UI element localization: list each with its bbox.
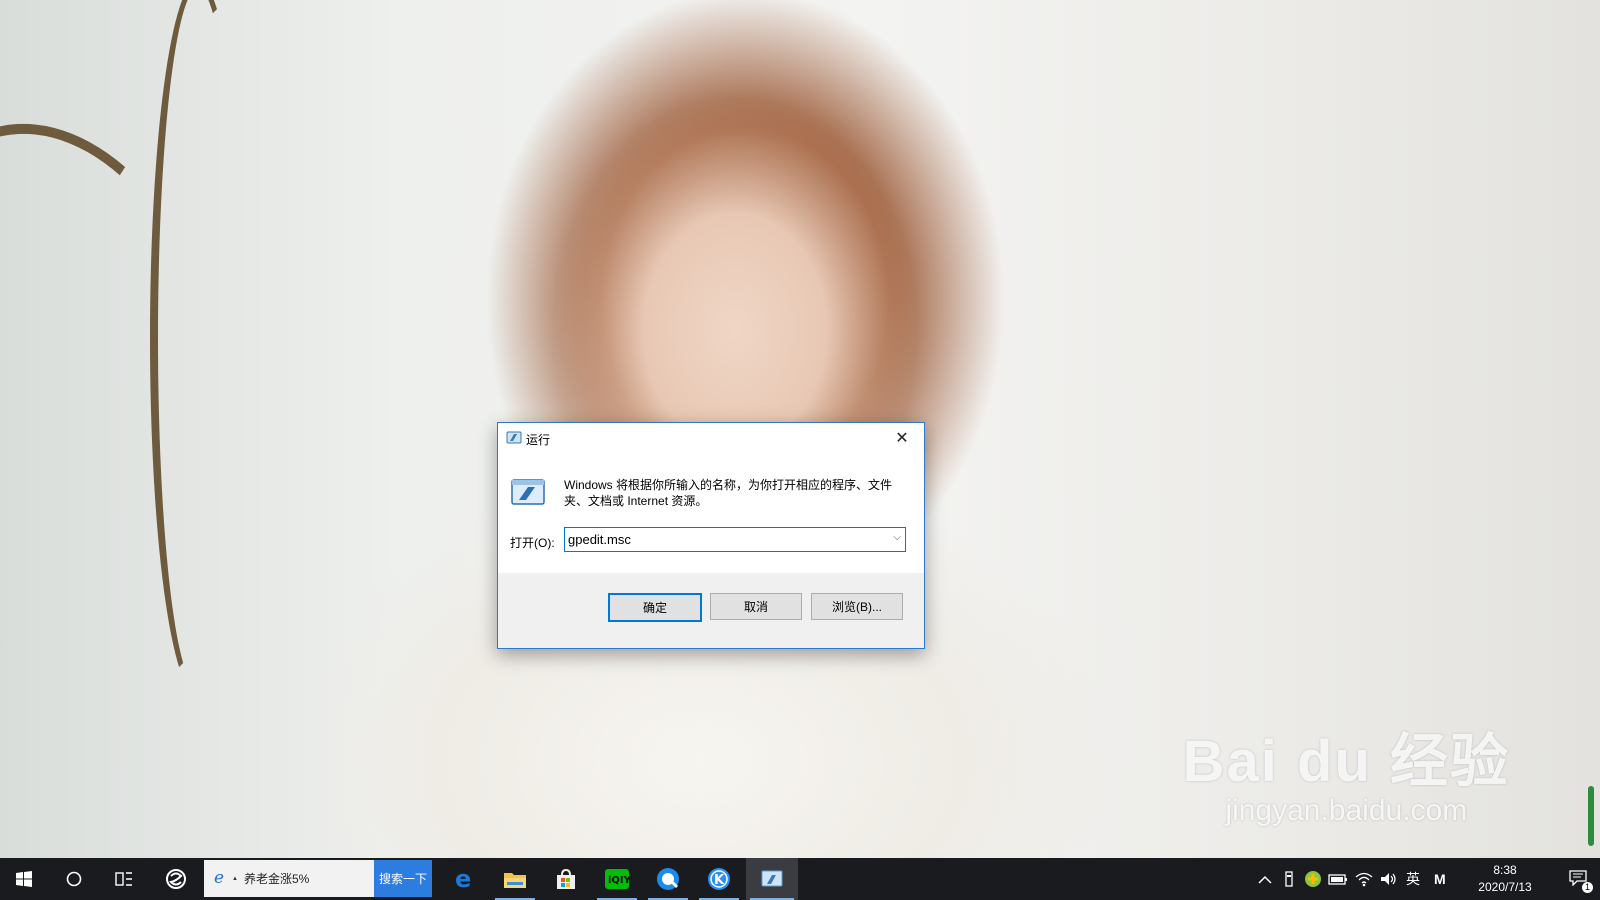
dropdown-icon[interactable]: ▲ xyxy=(232,876,238,882)
svg-text:e: e xyxy=(455,867,471,891)
baidu-watermark: Bai du 经验 jingyan.baidu.com xyxy=(1183,714,1510,828)
kugou-icon[interactable]: K xyxy=(695,858,743,900)
watermark-logo-text: Bai du 经验 xyxy=(1182,729,1510,794)
notification-center[interactable]: 1 xyxy=(1556,858,1600,900)
run-icon[interactable] xyxy=(746,858,798,900)
cancel-button[interactable]: 取消 xyxy=(710,593,802,620)
run-app-icon xyxy=(506,431,522,448)
notification-badge: 1 xyxy=(1581,881,1593,893)
dialog-body: Windows 将根据你所输入的名称，为你打开相应的程序、文件夹、文档或 Int… xyxy=(498,453,924,573)
taskbar: e ▲ 养老金涨5% 搜索一下 e iQIY K 英 M 8:38 2020/7… xyxy=(0,858,1600,900)
wallpaper-hose-2 xyxy=(150,0,246,696)
chevron-down-icon[interactable]: ⌵ xyxy=(893,532,901,543)
volume-icon[interactable] xyxy=(1380,858,1398,900)
iqiyi-icon[interactable]: iQIY xyxy=(593,858,641,900)
app-icon[interactable] xyxy=(152,858,200,900)
battery-icon[interactable] xyxy=(1328,858,1348,900)
dialog-footer: 确定 取消 浏览(B)... xyxy=(498,573,924,646)
clock-time: 8:38 xyxy=(1493,863,1517,877)
browse-button[interactable]: 浏览(B)... xyxy=(811,593,903,620)
open-label: 打开(O): xyxy=(510,536,555,550)
notification-icon: 1 xyxy=(1569,869,1593,893)
svg-text:K: K xyxy=(714,873,725,888)
start-icon[interactable] xyxy=(0,858,48,900)
wallpaper-hose xyxy=(0,88,297,732)
cortana-icon[interactable] xyxy=(50,858,98,900)
dialog-title-bar[interactable]: 运行 ✕ xyxy=(498,423,924,453)
edge-icon[interactable]: e xyxy=(440,858,488,900)
search-button[interactable]: 搜索一下 xyxy=(374,860,432,897)
run-dialog: 运行 ✕ Windows 将根据你所输入的名称，为你打开相应的程序、文件夹、文档… xyxy=(497,422,925,649)
search-text: 养老金涨5% xyxy=(243,872,310,886)
clock[interactable]: 8:38 2020/7/13 xyxy=(1470,862,1540,896)
dialog-description: Windows 将根据你所输入的名称，为你打开相应的程序、文件夹、文档或 Int… xyxy=(564,478,893,508)
usb-icon[interactable] xyxy=(1284,858,1294,900)
wifi-icon[interactable] xyxy=(1355,858,1373,900)
task-view-icon[interactable] xyxy=(100,858,148,900)
watermark-url: jingyan.baidu.com xyxy=(1225,794,1468,827)
show-hidden-icons[interactable] xyxy=(1258,858,1272,900)
close-icon[interactable]: ✕ xyxy=(880,423,924,453)
browser-icon[interactable] xyxy=(644,858,692,900)
clock-date: 2020/7/13 xyxy=(1478,880,1532,894)
ie-icon: e xyxy=(212,868,230,889)
run-large-icon xyxy=(510,477,546,510)
security-icon[interactable] xyxy=(1304,858,1322,900)
store-icon[interactable] xyxy=(542,858,590,900)
svg-text:iQIY: iQIY xyxy=(608,875,630,886)
run-command-input[interactable] xyxy=(568,530,868,548)
ime-language-indicator[interactable]: 英 xyxy=(1406,858,1420,900)
dialog-title: 运行 xyxy=(526,433,551,447)
svg-text:e: e xyxy=(214,868,224,886)
ime-mode-indicator[interactable]: M xyxy=(1434,858,1446,900)
ok-button[interactable]: 确定 xyxy=(608,593,702,622)
open-combobox[interactable]: ⌵ xyxy=(564,527,906,552)
file-explorer-icon[interactable] xyxy=(491,858,539,900)
scroll-indicator xyxy=(1588,786,1594,846)
taskbar-search-box[interactable]: e ▲ 养老金涨5% xyxy=(204,860,374,897)
